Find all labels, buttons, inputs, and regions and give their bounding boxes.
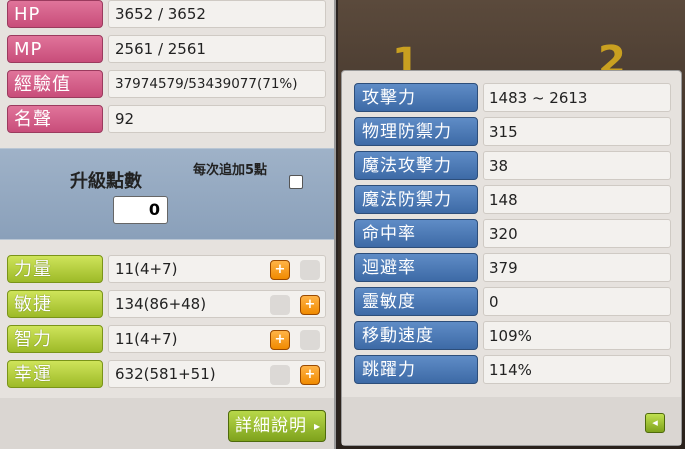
add-str-button[interactable]: + xyxy=(270,260,290,280)
arrow-right-icon: ▸ xyxy=(313,419,321,433)
detail-label: 移動速度 xyxy=(354,321,478,350)
attr-label: 敏捷 xyxy=(7,290,103,318)
detail-button-label: 詳細說明 xyxy=(235,416,307,436)
bulk-add-label: 每次追加5點 xyxy=(192,163,268,178)
detail-label: 攻擊力 xyxy=(354,83,478,112)
attr-label: 幸運 xyxy=(7,360,103,388)
detail-label: 魔法防禦力 xyxy=(354,185,478,214)
attr-value: 11(4+7) xyxy=(108,255,326,283)
detail-value: 0 xyxy=(483,287,671,316)
stat-value: 92 xyxy=(108,105,326,133)
detail-value: 109% xyxy=(483,321,671,350)
attr-value: 632(581+51) xyxy=(108,360,326,388)
detail-row-magic-defense: 魔法防禦力 148 xyxy=(354,185,678,215)
attr-label: 智力 xyxy=(7,325,103,353)
bulk-add-checkbox[interactable] xyxy=(289,175,303,189)
detail-value: 38 xyxy=(483,151,671,180)
detail-row-attack: 攻擊力 1483 ~ 2613 xyxy=(354,83,678,113)
arrow-left-icon: ◂ xyxy=(652,416,658,429)
detail-label: 魔法攻擊力 xyxy=(354,151,478,180)
detail-button[interactable]: 詳細說明 ▸ xyxy=(228,410,326,442)
detail-value: 114% xyxy=(483,355,671,384)
stat-label: 經驗值 xyxy=(7,70,103,98)
attr-value: 134(86+48) xyxy=(108,290,326,318)
stat-row-hp: HP 3652 / 3652 xyxy=(4,0,330,29)
detail-label: 跳躍力 xyxy=(354,355,478,384)
detail-row-speed: 移動速度 109% xyxy=(354,321,678,351)
add-dex-button-shadow xyxy=(270,295,290,315)
detail-row-avoidability: 迴避率 379 xyxy=(354,253,678,283)
detail-row-magic-attack: 魔法攻擊力 38 xyxy=(354,151,678,181)
add-str-button-shadow xyxy=(300,260,320,280)
detail-label: 物理防禦力 xyxy=(354,117,478,146)
stat-value: 37974579/53439077(71%) xyxy=(108,70,326,98)
attr-label: 力量 xyxy=(7,255,103,283)
add-luk-button-shadow xyxy=(270,365,290,385)
add-luk-button[interactable]: + xyxy=(300,365,320,385)
detail-label: 靈敏度 xyxy=(354,287,478,316)
detail-row-hands: 靈敏度 0 xyxy=(354,287,678,317)
add-dex-button[interactable]: + xyxy=(300,295,320,315)
stat-value: 3652 / 3652 xyxy=(108,0,326,28)
stat-label: 名聲 xyxy=(7,105,103,133)
detail-label: 命中率 xyxy=(354,219,478,248)
detail-value: 379 xyxy=(483,253,671,282)
stat-value: 2561 / 2561 xyxy=(108,35,326,63)
stat-row-mp: MP 2561 / 2561 xyxy=(4,34,330,64)
ability-point-label: 升級點數 xyxy=(70,171,142,192)
detail-window-footer xyxy=(342,397,681,445)
attr-value: 11(4+7) xyxy=(108,325,326,353)
detail-value: 148 xyxy=(483,185,671,214)
detail-row-physical-defense: 物理防禦力 315 xyxy=(354,117,678,147)
add-int-button[interactable]: + xyxy=(270,330,290,350)
character-stat-window: HP 3652 / 3652 MP 2561 / 2561 經驗值 379745… xyxy=(0,0,336,449)
stat-label: MP xyxy=(7,35,103,63)
detail-row-jump: 跳躍力 114% xyxy=(354,355,678,385)
stat-row-exp: 經驗值 37974579/53439077(71%) xyxy=(4,69,330,99)
detail-stat-window: 攻擊力 1483 ~ 2613 物理防禦力 315 魔法攻擊力 38 魔法防禦力… xyxy=(341,70,682,446)
detail-value: 1483 ~ 2613 xyxy=(483,83,671,112)
collapse-detail-button[interactable]: ◂ xyxy=(645,413,665,433)
detail-row-accuracy: 命中率 320 xyxy=(354,219,678,249)
stat-label: HP xyxy=(7,0,103,28)
ability-point-value: 0 xyxy=(113,196,168,224)
add-int-button-shadow xyxy=(300,330,320,350)
detail-value: 315 xyxy=(483,117,671,146)
ability-point-panel: 升級點數 xyxy=(0,148,334,240)
detail-value: 320 xyxy=(483,219,671,248)
detail-label: 迴避率 xyxy=(354,253,478,282)
stat-row-fame: 名聲 92 xyxy=(4,104,330,134)
